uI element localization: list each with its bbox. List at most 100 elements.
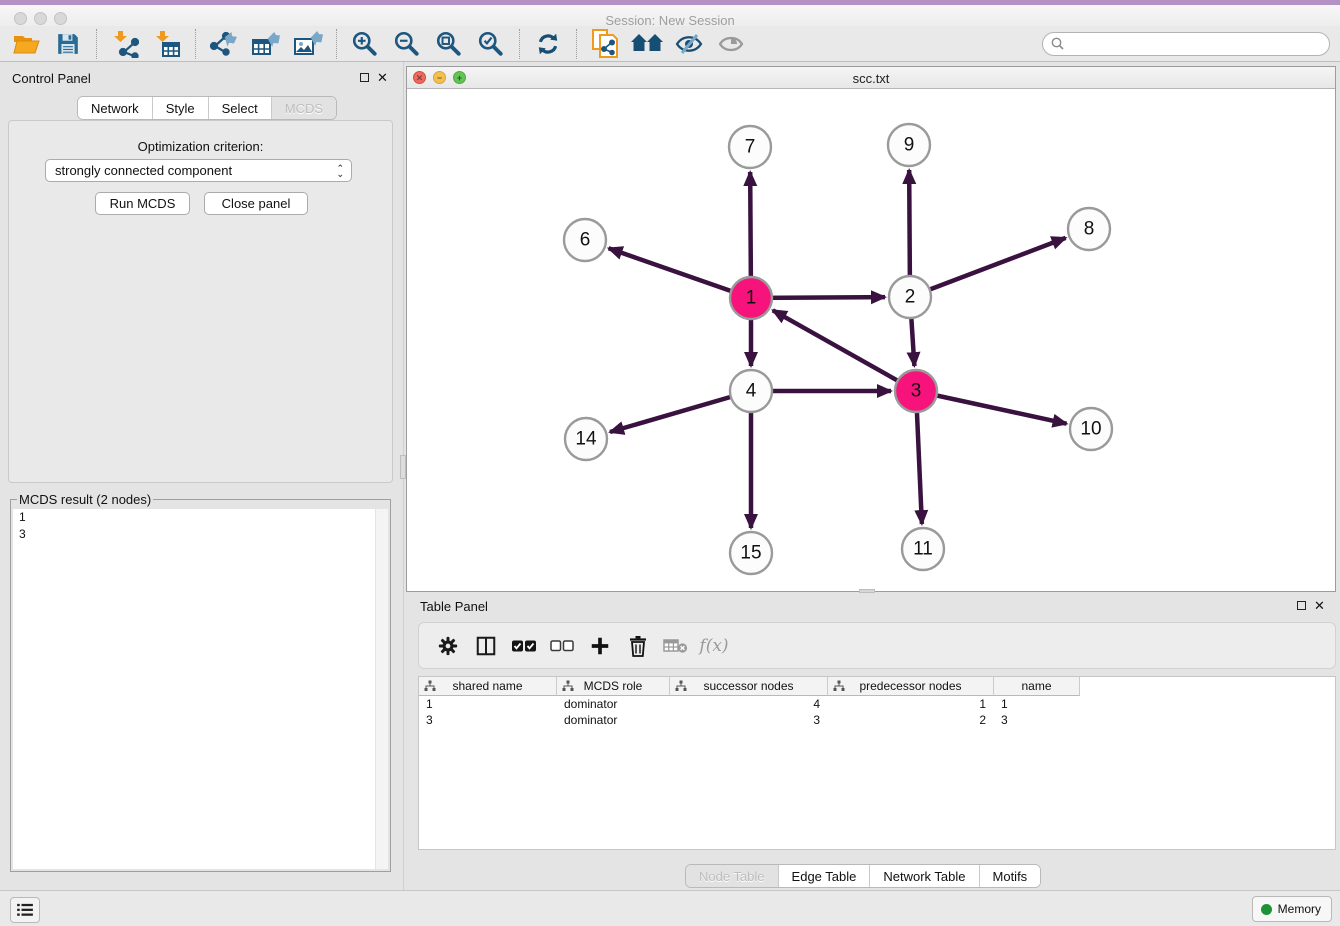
tab-select[interactable]: Select [209, 97, 272, 119]
show-all-network-views-icon[interactable] [629, 28, 665, 60]
graph-node-2[interactable]: 2 [889, 276, 931, 318]
search-input[interactable] [1069, 34, 1329, 54]
add-row-icon[interactable] [583, 631, 617, 661]
tab-edge-table[interactable]: Edge Table [779, 865, 871, 887]
column-header-mcds-role[interactable]: MCDS role [557, 677, 670, 696]
result-scrollbar[interactable] [375, 509, 388, 869]
memory-label: Memory [1278, 902, 1321, 916]
memory-button[interactable]: Memory [1252, 896, 1332, 922]
tab-network[interactable]: Network [78, 97, 153, 119]
open-folder-icon[interactable] [8, 28, 44, 60]
column-header-name[interactable]: name [994, 677, 1080, 696]
graph-node-15[interactable]: 15 [730, 532, 772, 574]
graph-node-6[interactable]: 6 [564, 219, 606, 261]
svg-text:2: 2 [905, 287, 916, 308]
search-icon [1051, 37, 1064, 50]
select-all-checkboxes-icon[interactable] [507, 631, 541, 661]
table-row[interactable]: 3 dominator 3 2 3 [419, 712, 1335, 728]
copy-network-view-icon[interactable] [587, 28, 623, 60]
control-panel-title: Control Panel [12, 71, 91, 86]
deselect-all-checkboxes-icon[interactable] [545, 631, 579, 661]
cell-predecessor-nodes[interactable]: 1 [828, 696, 994, 712]
frame-resize-handle[interactable] [859, 589, 875, 593]
settings-gear-icon[interactable] [431, 631, 465, 661]
tab-node-table[interactable]: Node Table [686, 865, 779, 887]
zoom-fit-icon[interactable] [431, 28, 467, 60]
export-image-icon[interactable] [290, 28, 326, 60]
graph-node-1[interactable]: 1 [730, 277, 772, 319]
status-bar: Memory [0, 890, 1340, 926]
svg-text:8: 8 [1084, 219, 1095, 240]
table-row[interactable]: 1 dominator 4 1 1 [419, 696, 1335, 712]
selected-option: strongly connected component [55, 163, 232, 178]
graph-edge-2-8[interactable] [910, 238, 1066, 297]
table-panel-close-icon[interactable]: ✕ [1314, 600, 1325, 611]
node-table: shared name MCDS role successor nodes pr… [418, 676, 1336, 850]
graph-node-8[interactable]: 8 [1068, 208, 1110, 250]
cell-predecessor-nodes[interactable]: 2 [828, 712, 994, 728]
task-history-button[interactable] [10, 897, 40, 923]
cell-shared-name[interactable]: 1 [419, 696, 557, 712]
cell-successor-nodes[interactable]: 3 [670, 712, 828, 728]
tab-mcds[interactable]: MCDS [272, 97, 336, 119]
import-table-icon[interactable] [149, 28, 185, 60]
attribute-tree-icon [424, 680, 436, 692]
svg-text:6: 6 [580, 230, 591, 251]
cell-successor-nodes[interactable]: 4 [670, 696, 828, 712]
svg-text:15: 15 [740, 543, 761, 564]
cell-mcds-role[interactable]: dominator [557, 712, 670, 728]
cell-shared-name[interactable]: 3 [419, 712, 557, 728]
graph-node-14[interactable]: 14 [565, 418, 607, 460]
svg-text:11: 11 [913, 539, 933, 560]
column-header-shared-name[interactable]: shared name [419, 677, 557, 696]
zoom-selected-icon[interactable] [473, 28, 509, 60]
cell-name[interactable]: 3 [994, 712, 1080, 728]
show-graphics-details-icon[interactable] [713, 28, 749, 60]
graph-node-3[interactable]: 3 [895, 370, 937, 412]
zoom-out-icon[interactable] [389, 28, 425, 60]
export-network-icon[interactable] [206, 28, 242, 60]
delete-table-icon[interactable] [659, 631, 693, 661]
svg-text:1: 1 [746, 288, 757, 309]
graph-node-11[interactable]: 11 [902, 528, 944, 570]
svg-text:4: 4 [746, 381, 757, 402]
tab-motifs[interactable]: Motifs [980, 865, 1041, 887]
list-icon [16, 903, 34, 917]
tab-network-table[interactable]: Network Table [870, 865, 979, 887]
cell-name[interactable]: 1 [994, 696, 1080, 712]
graph-edge-1-6[interactable] [609, 248, 751, 298]
cell-mcds-role[interactable]: dominator [557, 696, 670, 712]
graph-node-7[interactable]: 7 [729, 126, 771, 168]
network-canvas[interactable]: 1 2 3 4 6 7 8 9 10 11 14 15 [407, 89, 1335, 591]
search-field[interactable] [1042, 32, 1330, 56]
run-mcds-button[interactable]: Run MCDS [95, 192, 190, 215]
mcds-result-textarea[interactable]: 1 3 [13, 509, 388, 869]
graph-node-9[interactable]: 9 [888, 124, 930, 166]
apply-layout-icon[interactable] [530, 28, 566, 60]
control-panel-close-icon[interactable]: ✕ [377, 72, 388, 83]
function-builder-icon[interactable]: f(x) [697, 631, 731, 661]
table-panel-float-icon[interactable] [1297, 601, 1306, 610]
tab-style[interactable]: Style [153, 97, 209, 119]
column-header-predecessor-nodes[interactable]: predecessor nodes [828, 677, 994, 696]
save-session-icon[interactable] [50, 28, 86, 60]
close-panel-button[interactable]: Close panel [204, 192, 308, 215]
node-table-header: shared name MCDS role successor nodes pr… [419, 677, 1335, 696]
hide-graphics-details-icon[interactable] [671, 28, 707, 60]
export-table-icon[interactable] [248, 28, 284, 60]
graph-node-4[interactable]: 4 [730, 370, 772, 412]
optimization-criterion-select[interactable]: strongly connected component ⌃⌄ [45, 159, 352, 182]
control-panel-float-icon[interactable] [360, 73, 369, 82]
attribute-tree-icon [562, 680, 574, 692]
graph-edge-3-1[interactable] [773, 310, 916, 391]
delete-row-trash-icon[interactable] [621, 631, 655, 661]
network-frame-titlebar[interactable]: ✕ − + scc.txt [407, 67, 1335, 89]
split-view-icon[interactable] [469, 631, 503, 661]
svg-text:7: 7 [745, 137, 756, 158]
import-network-icon[interactable] [107, 28, 143, 60]
graph-edge-3-10[interactable] [916, 391, 1067, 424]
table-panel-title: Table Panel [420, 599, 488, 614]
column-header-successor-nodes[interactable]: successor nodes [670, 677, 828, 696]
graph-node-10[interactable]: 10 [1070, 408, 1112, 450]
zoom-in-icon[interactable] [347, 28, 383, 60]
